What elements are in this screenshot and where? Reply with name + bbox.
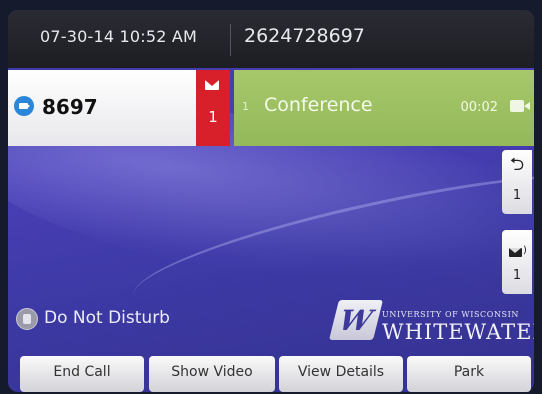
voicemail-count: 1 xyxy=(208,108,218,126)
video-camera-icon xyxy=(14,96,34,116)
voicemail-envelope-icon xyxy=(509,248,522,257)
show-video-button[interactable]: Show Video xyxy=(149,356,275,392)
call-back-arrow-icon: ⮌ xyxy=(509,154,525,175)
status-bar: 07-30-14 10:52 AM 2624728697 xyxy=(8,10,534,68)
call-label: Conference xyxy=(264,94,373,116)
voicemail-indicator[interactable]: 1 xyxy=(196,70,230,146)
status-datetime: 07-30-14 10:52 AM xyxy=(40,27,198,46)
line-key-label: 8697 xyxy=(42,95,98,119)
sound-wave-icon: ) xyxy=(523,245,527,256)
end-call-button[interactable]: End Call xyxy=(20,356,144,392)
softkey-bar: End Call Show Video View Details Park xyxy=(8,356,534,394)
dnd-status[interactable]: Do Not Disturb xyxy=(44,308,170,328)
status-divider xyxy=(230,24,231,56)
voicemail-envelope-icon xyxy=(205,80,219,90)
logo-letter: W xyxy=(335,304,376,337)
phone-screen: 07-30-14 10:52 AM 2624728697 8697 1 1 Co… xyxy=(8,10,534,392)
logo-top-text: UNIVERSITY OF WISCONSIN xyxy=(382,310,519,319)
park-button[interactable]: Park xyxy=(407,356,531,392)
missed-calls-count: 1 xyxy=(512,188,522,203)
dnd-phone-icon xyxy=(16,308,38,330)
active-call-conference[interactable]: 1 Conference 00:02 xyxy=(234,70,534,146)
call-timer: 00:02 xyxy=(460,100,498,115)
view-details-button[interactable]: View Details xyxy=(279,356,403,392)
voicemail-key-count: 1 xyxy=(512,268,522,283)
voicemail-key[interactable]: ) 1 xyxy=(502,230,532,294)
status-phone-number: 2624728697 xyxy=(244,25,365,47)
call-index: 1 xyxy=(242,100,249,113)
logo-main-text: WHITEWATER xyxy=(382,320,534,344)
university-logo-mark: W xyxy=(329,300,383,340)
line-key-8697[interactable]: 8697 xyxy=(8,70,196,146)
missed-calls-key[interactable]: ⮌ 1 xyxy=(502,150,532,214)
video-camera-icon xyxy=(510,100,530,112)
